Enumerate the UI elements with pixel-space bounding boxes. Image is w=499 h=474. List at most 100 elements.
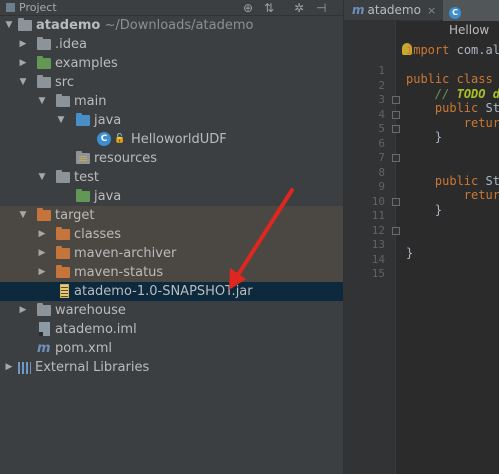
maven-icon: m [352,3,365,17]
collapse-arrow-icon[interactable]: ▶ [17,35,29,54]
iml-file-icon [39,322,50,336]
code-line: public Str [406,174,499,188]
code-token: TODO [456,86,486,101]
test-source-folder-icon [76,189,90,202]
code-line: return [406,116,499,130]
code-token: com.ali [456,43,499,57]
collapse-arrow-icon[interactable]: ▶ [36,263,48,282]
project-title-label: Project [19,1,57,14]
fold-marker-icon[interactable] [392,96,400,104]
expand-arrow-icon[interactable]: ▼ [3,16,15,35]
folder-icon [56,94,70,107]
tree-row-helloworldudf[interactable]: C 🔓 HelloworldUDF [0,130,343,149]
line-number: 15 [371,267,385,280]
code-line: } [406,130,442,144]
tree-row-test-java[interactable]: java [0,187,343,206]
tree-label: java [94,113,122,128]
code-token: Str [485,173,499,188]
tab-atademo[interactable]: m atademo × [344,0,442,21]
excluded-folder-icon [37,208,51,221]
code-token: } [406,246,414,260]
close-tab-icon[interactable]: × [427,4,436,17]
code-token: public class [406,72,499,86]
line-number: 9 [378,180,385,193]
fold-marker-icon[interactable] [392,125,400,133]
tree-row-pom[interactable]: m pom.xml [0,339,343,358]
tree-row-test[interactable]: ▼ test [0,168,343,187]
tree-row-iml[interactable]: atademo.iml [0,320,343,339]
project-panel-title[interactable]: Project [6,1,57,14]
fold-marker-icon[interactable] [392,197,400,206]
tree-row-external-libraries[interactable]: ▶ External Libraries [0,358,343,377]
expand-arrow-icon[interactable]: ▼ [17,73,29,92]
line-number: 1 [378,64,385,77]
tree-row-main[interactable]: ▼ main [0,92,343,111]
tree-row-target[interactable]: ▼ target [0,206,343,225]
code-line: return [406,188,499,202]
settings-split-icon[interactable]: ⇅ [264,1,274,15]
tree-row-maven-archiver[interactable]: ▶ maven-archiver [0,244,343,263]
code-token: Str [485,101,499,115]
line-number: 2 [378,78,385,92]
expand-arrow-icon[interactable]: ▼ [36,92,48,111]
code-token: return [463,115,499,130]
tree-label: resources [94,151,158,166]
collapse-arrow-icon[interactable]: ▶ [36,225,48,244]
jar-icon [60,284,69,298]
line-number: 14 [371,252,385,266]
expand-arrow-icon[interactable]: ▼ [36,168,48,187]
tree-row-maven-status[interactable]: ▶ maven-status [0,263,343,282]
tree-row-main-java[interactable]: ▼ java [0,111,343,130]
tree-row-resources[interactable]: resources [0,149,343,168]
tree-row-atademo[interactable]: ▼ atademo ~/Downloads/atademo [0,16,343,35]
tree-row-examples[interactable]: ▶ examples [0,54,343,73]
expand-arrow-icon[interactable]: ▼ [55,111,67,130]
line-number: 12 [371,223,385,237]
fold-marker-icon[interactable] [392,226,400,235]
tree-row-warehouse[interactable]: ▶ warehouse [0,301,343,320]
collapse-arrow-icon[interactable]: ▶ [17,54,29,73]
code-token: mport [413,43,457,57]
collapse-arrow-icon[interactable]: ▶ [36,244,48,263]
source-folder-icon [76,113,90,126]
tree-label: External Libraries [35,360,150,375]
hide-icon[interactable]: ⊣ [316,1,326,15]
tree-label: HelloworldUDF [131,132,227,147]
tree-row-src[interactable]: ▼ src [0,73,343,92]
collapse-arrow-icon[interactable]: ▶ [17,301,29,320]
collapse-arrow-icon[interactable]: ▶ [3,358,15,377]
tree-label: .idea [55,37,87,52]
code-line: } [406,246,413,260]
editor-pane: m atademo × CHellow 1 2 3 4 5 6 7 8 9 10 11 12 13 14 15 … [343,0,499,474]
tree-row-jar[interactable]: atademo-1.0-SNAPSHOT.jar [0,282,343,301]
project-tree: ▼ atademo ~/Downloads/atademo ▶ .idea ▶ … [0,16,343,377]
code-token: de [486,87,499,101]
line-number: 7 [378,151,385,164]
tree-label: examples [55,56,118,71]
class-icon: C [449,7,461,19]
tree-label: atademo [36,18,101,33]
tree-row-idea[interactable]: ▶ .idea [0,35,343,54]
tree-label: warehouse [55,303,126,318]
tab-helloworld[interactable]: C Hellow [443,0,499,37]
line-number: 8 [378,165,385,179]
excluded-folder-icon [56,227,70,240]
target-icon[interactable]: ⊕ [243,1,253,15]
project-panel: Project ⊕ ⇅ ✲ ⊣ ▼ atademo ~/Downloads/at… [0,0,343,474]
maven-file-icon: m [37,341,51,356]
tree-row-classes[interactable]: ▶ classes [0,225,343,244]
fold-marker-icon[interactable] [392,110,400,119]
line-number: 6 [378,136,385,150]
code-token: // [434,86,457,101]
gear-icon[interactable]: ✲ [294,1,304,15]
tab-label: atademo [367,3,421,17]
folder-icon [56,170,70,183]
code-line: // TODO de [406,87,499,101]
tree-label: src [55,75,74,90]
excluded-folder-icon [56,246,70,259]
fold-marker-icon[interactable] [392,154,400,162]
expand-arrow-icon[interactable]: ▼ [17,206,29,225]
